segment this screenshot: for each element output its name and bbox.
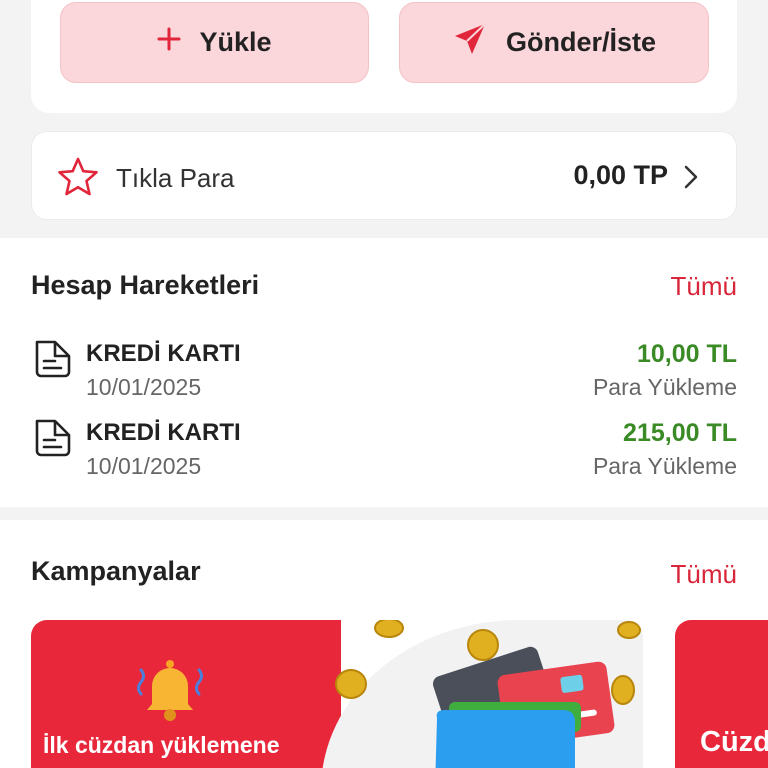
account-activity-section: Hesap Hareketleri Tümü KREDİ KARTI 10/01… bbox=[0, 238, 768, 507]
transaction-amount: 10,00 TL bbox=[636, 340, 737, 368]
send-icon bbox=[452, 21, 488, 64]
transaction-amount: 215,00 TL bbox=[623, 419, 737, 447]
campaigns-section: Kampanyalar Tümü İlk cüzdan yüklemene Cü… bbox=[0, 520, 768, 768]
document-icon bbox=[31, 338, 73, 385]
campaign-banner-text: İlk cüzdan yüklemene bbox=[43, 732, 280, 758]
campaigns-see-all-link[interactable]: Tümü bbox=[671, 559, 737, 590]
send-request-button-label: Gönder/İste bbox=[505, 27, 657, 57]
plus-icon bbox=[157, 27, 181, 58]
transaction-type: Para Yükleme bbox=[592, 453, 737, 479]
transaction-row[interactable]: KREDİ KARTI 10/01/2025 215,00 TL Para Yü… bbox=[31, 417, 737, 487]
account-activity-see-all-link[interactable]: Tümü bbox=[671, 271, 737, 302]
send-request-button[interactable]: Gönder/İste bbox=[399, 2, 709, 83]
wallet-illustration bbox=[331, 620, 643, 768]
star-icon bbox=[57, 156, 99, 203]
transaction-row[interactable]: KREDİ KARTI 10/01/2025 10,00 TL Para Yük… bbox=[31, 338, 737, 408]
bell-icon bbox=[135, 658, 205, 729]
transaction-date: 10/01/2025 bbox=[86, 453, 202, 479]
account-activity-title: Hesap Hareketleri bbox=[31, 270, 260, 300]
campaign-banner-text: Cüzd bbox=[700, 726, 768, 758]
tikla-para-balance: 0,00 TP bbox=[573, 160, 668, 190]
chevron-right-icon bbox=[684, 165, 698, 194]
campaigns-title: Kampanyalar bbox=[31, 556, 201, 586]
campaign-banner[interactable]: İlk cüzdan yüklemene bbox=[31, 620, 643, 768]
load-button-label: Yükle bbox=[199, 27, 272, 57]
transaction-type: Para Yükleme bbox=[592, 374, 737, 400]
transaction-date: 10/01/2025 bbox=[86, 374, 202, 400]
tikla-para-label: Tıkla Para bbox=[116, 163, 235, 193]
load-button[interactable]: Yükle bbox=[60, 2, 369, 83]
document-icon bbox=[31, 417, 73, 464]
transaction-name: KREDİ KARTI bbox=[86, 340, 241, 367]
campaign-banner[interactable]: Cüzd bbox=[675, 620, 768, 768]
transaction-name: KREDİ KARTI bbox=[86, 419, 241, 446]
tikla-para-card[interactable]: Tıkla Para 0,00 TP bbox=[31, 131, 737, 220]
